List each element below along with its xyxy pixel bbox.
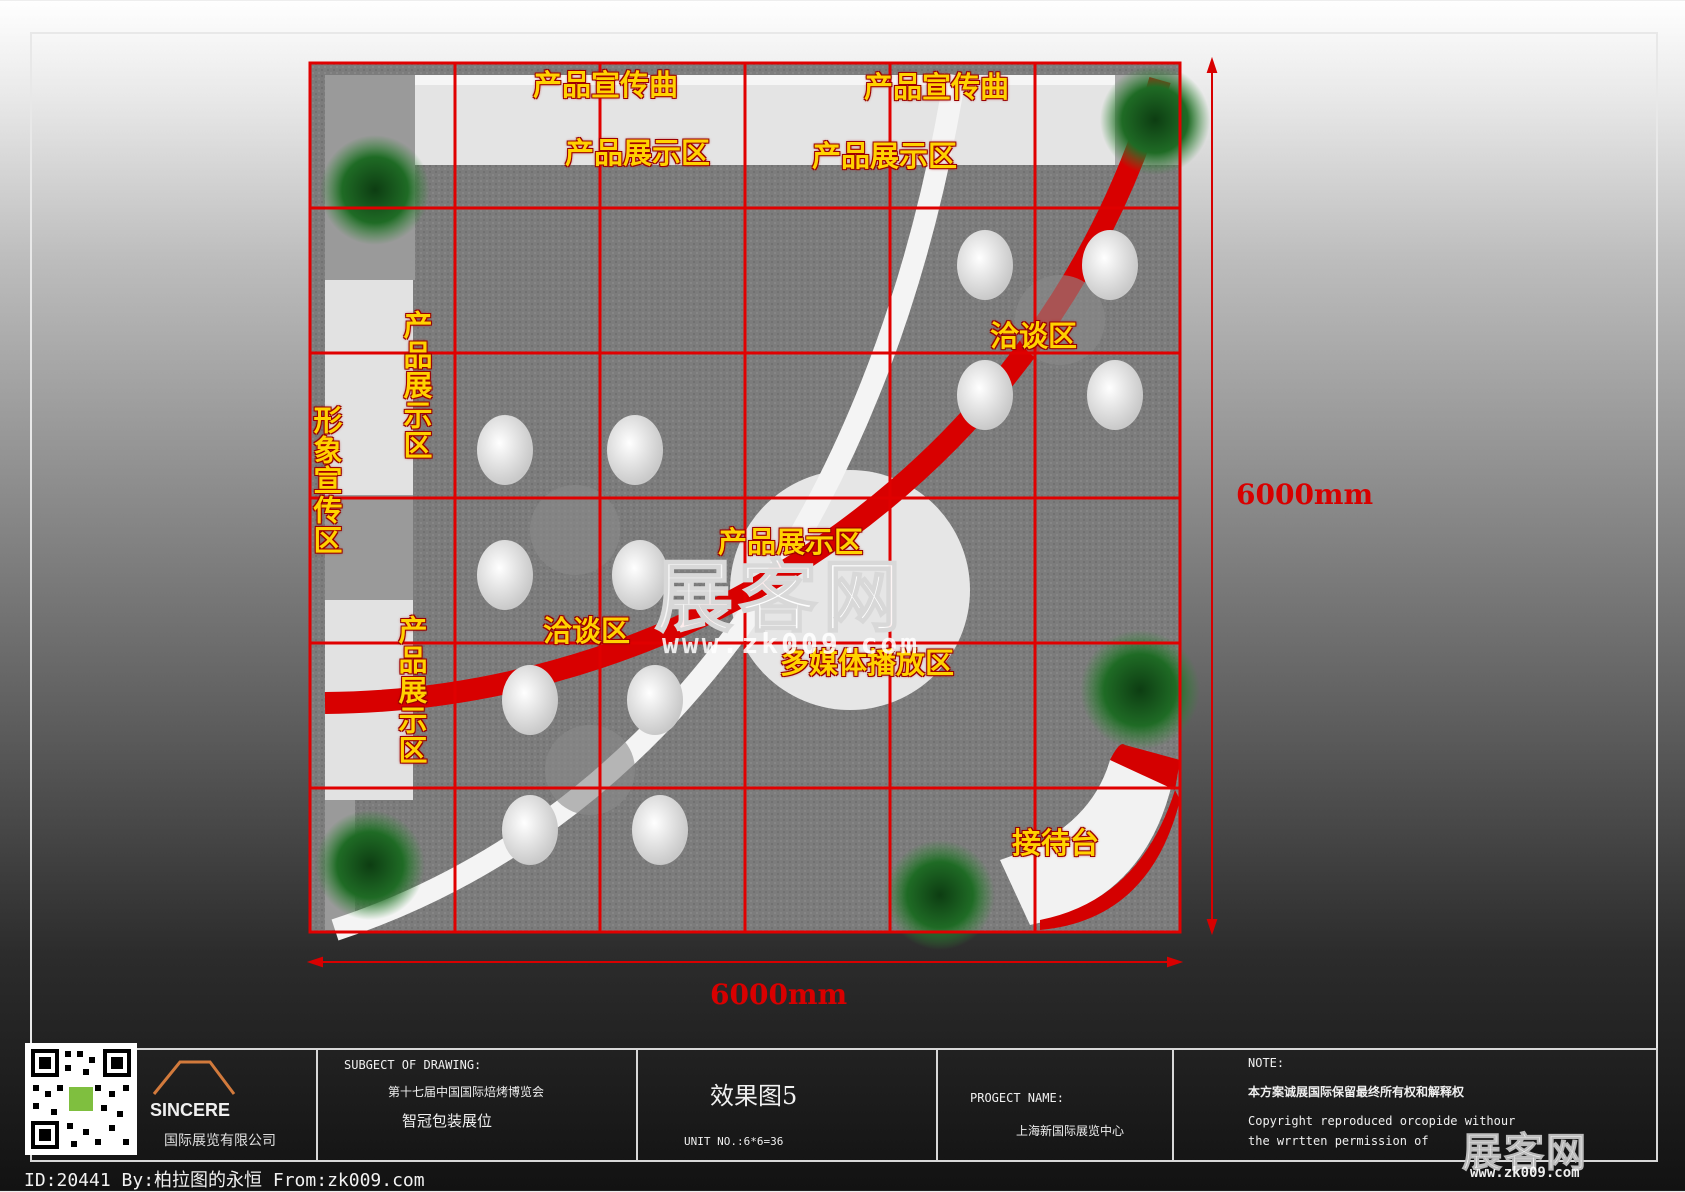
project-name: 上海新国际展览中心	[1016, 1124, 1125, 1138]
unit-no: UNIT NO.:6*6=36	[684, 1135, 784, 1148]
plant	[315, 810, 425, 920]
note-cn: 本方案诚展国际保留最终所有权和解释权	[1248, 1085, 1465, 1099]
label-top-left-song: 产品宣传曲	[533, 68, 679, 102]
qr-code	[25, 1043, 137, 1155]
dimension-width	[306, 956, 1184, 968]
project-heading: PROGECT NAME:	[970, 1091, 1064, 1105]
tb-project-cell: PROGECT NAME: 上海新国际展览中心	[938, 1050, 1174, 1160]
plant	[1100, 65, 1210, 175]
subject-heading: SUBGECT OF DRAWING:	[344, 1058, 482, 1072]
footer-info: ID:20441 By:柏拉图的永恒 From:zk009.com	[24, 1170, 425, 1191]
note-heading: NOTE:	[1248, 1056, 1285, 1070]
label-reception: 接待台	[1012, 826, 1100, 860]
dim-height-label: 6000mm	[1236, 478, 1374, 511]
company-logo-text: SINCERE	[150, 1100, 231, 1120]
dimension-height	[1206, 56, 1218, 936]
plant	[1080, 630, 1200, 750]
label-top-left-display: 产品展示区	[565, 136, 711, 170]
label-right-negotiation: 洽谈区	[990, 319, 1078, 353]
drawing-title: 效果图5	[710, 1082, 798, 1110]
label-top-right-song: 产品宣传曲	[864, 70, 1010, 104]
company-logo-icon	[152, 1060, 236, 1095]
note-en2: the wrrtten permission of	[1248, 1134, 1429, 1148]
title-block: SINCERE 国际展览有限公司 SUBGECT OF DRAWING: 第十七…	[30, 1048, 1658, 1162]
subject-line1: 第十七届中国国际焙烤博览会	[388, 1085, 545, 1099]
watermark-corner-url: www.zk009.com	[1470, 1165, 1580, 1181]
dim-width-label: 6000mm	[710, 978, 848, 1011]
watermark-url: www.zk009.com	[662, 627, 921, 660]
plant	[320, 135, 430, 245]
tb-subject-cell: SUBGECT OF DRAWING: 第十七届中国国际焙烤博览会 智冠包装展位	[318, 1050, 638, 1160]
label-left-upper-display: 产品展示区	[399, 310, 433, 460]
company-name: 国际展览有限公司	[164, 1133, 276, 1149]
label-left-image-promo: 形象宣传区	[309, 405, 343, 555]
label-top-right-display: 产品展示区	[812, 139, 958, 173]
label-left-lower-display: 产品展示区	[394, 615, 428, 765]
qr-code-icon	[31, 1049, 131, 1149]
tb-drawing-cell: 效果图5 UNIT NO.:6*6=36	[638, 1050, 938, 1160]
label-center-negotiation: 洽谈区	[543, 614, 631, 648]
subject-line2: 智冠包装展位	[402, 1112, 493, 1130]
